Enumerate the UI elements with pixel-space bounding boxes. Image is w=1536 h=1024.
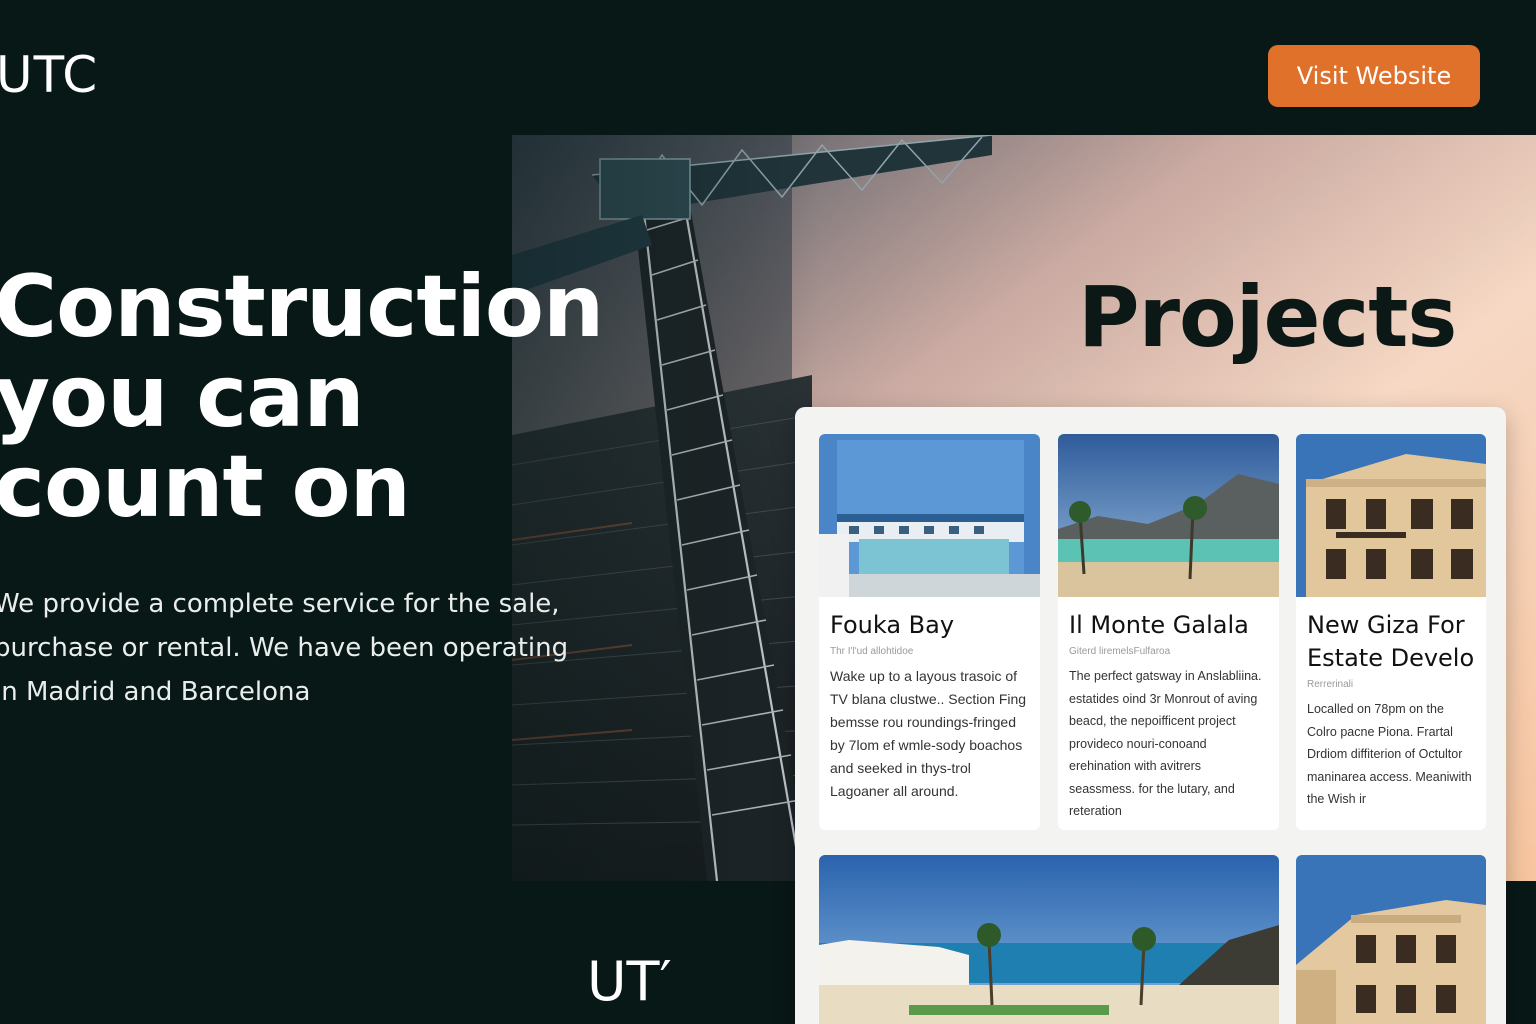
project-description: The perfect gatsway in Anslabliina. esta… (1069, 669, 1262, 818)
pool-resort-photo (819, 434, 1040, 597)
logo[interactable]: UTC (0, 46, 98, 104)
project-title[interactable]: Il Monte Galala (1069, 609, 1269, 642)
villa-facade-photo (1296, 855, 1486, 1024)
hero-description: We provide a complete service for the sa… (0, 582, 569, 714)
project-card-beach-resort[interactable] (819, 855, 1279, 1024)
projects-heading: Projects (1078, 268, 1457, 366)
project-subtitle: Thr I'l'ud allohtidoe (830, 646, 914, 657)
hero-title: Construction you can count on (0, 257, 604, 537)
project-subtitle: Rerrerinali (1307, 679, 1354, 690)
project-title[interactable]: New Giza For Estate Develo (1307, 609, 1476, 675)
project-title[interactable]: Fouka Bay (830, 609, 1030, 642)
hero-description-line: purchase or rental. We have been operati… (0, 633, 569, 663)
project-card-fouka-bay[interactable]: Fouka Bay Thr I'l'ud allohtidoe Wake up … (819, 434, 1040, 830)
hero-title-line: you can (0, 347, 365, 447)
projects-panel: Fouka Bay Thr I'l'ud allohtidoe Wake up … (795, 407, 1506, 1024)
project-card-villa[interactable] (1296, 855, 1486, 1024)
project-description: Localled on 78pm on the Colro pacne Pion… (1307, 702, 1472, 806)
hero-description-line: in Madrid and Barcelona (0, 677, 311, 707)
hero-title-line: count on (0, 437, 411, 537)
hero-title-line: Construction (0, 257, 604, 357)
project-subtitle: Giterd liremelsFulfaroa (1069, 646, 1171, 657)
footer-logo[interactable]: UT′ (587, 950, 672, 1013)
project-card-new-giza[interactable]: New Giza For Estate Develo Rerrerinali L… (1296, 434, 1486, 830)
hero-description-line: We provide a complete service for the sa… (0, 589, 560, 619)
visit-website-button[interactable]: Visit Website (1268, 45, 1480, 107)
beach-resort-photo (819, 855, 1279, 1024)
project-description: Wake up to a layous trasoic of TV blana … (830, 668, 1027, 799)
project-card-il-monte-galala[interactable]: Il Monte Galala Giterd liremelsFulfaroa … (1058, 434, 1279, 830)
lagoon-mountain-photo (1058, 434, 1279, 597)
villa-facade-photo (1296, 434, 1486, 597)
